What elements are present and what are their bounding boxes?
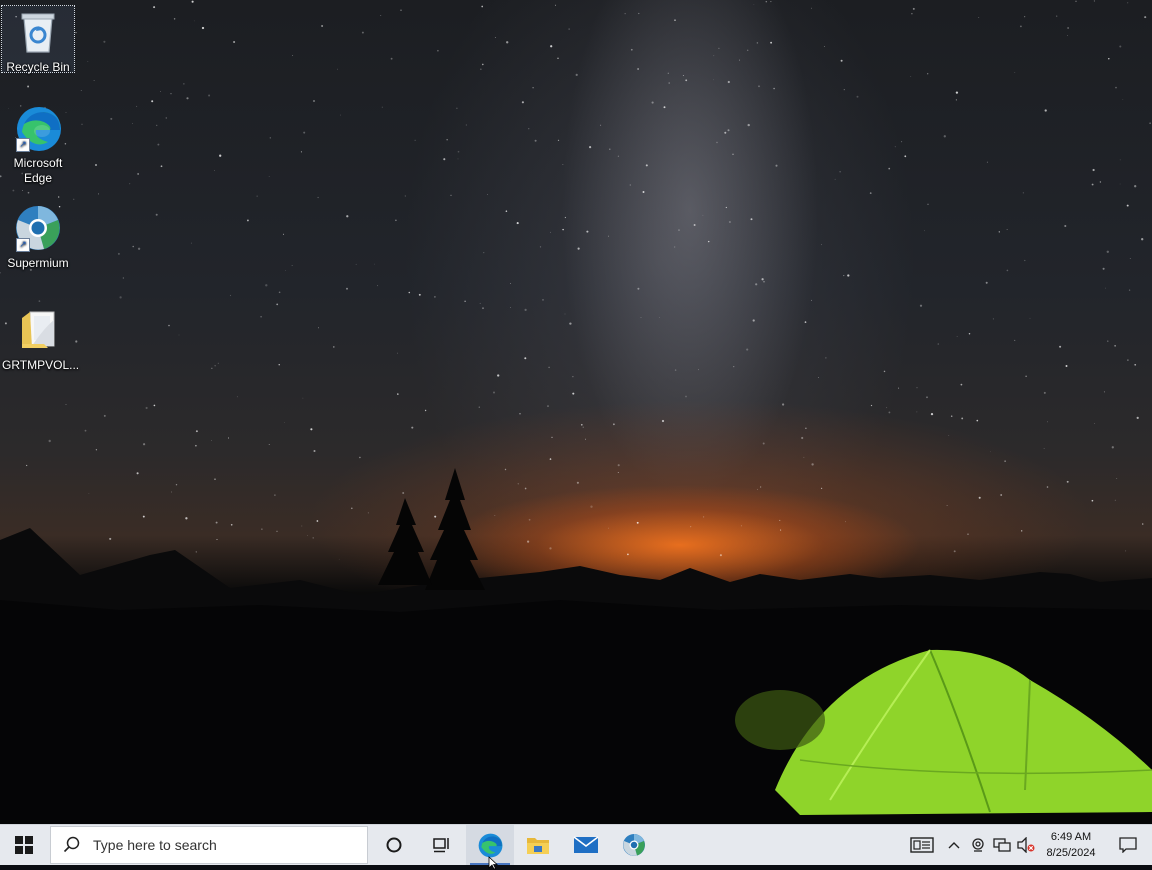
network-button[interactable]	[990, 825, 1014, 865]
news-icon	[910, 837, 934, 853]
task-view-button[interactable]	[418, 825, 466, 865]
meet-now-button[interactable]	[966, 825, 990, 865]
clock-time: 6:49 AM	[1050, 831, 1092, 843]
search-placeholder: Type here to search	[93, 837, 217, 853]
supermium-icon	[623, 834, 645, 856]
desktop-icon-label: Supermium	[7, 256, 69, 270]
desktop-icon-label: Recycle Bin	[6, 60, 70, 74]
system-tray: 6:49 AM 8/25/2024	[902, 825, 1152, 865]
search-icon	[63, 836, 80, 853]
start-button[interactable]	[0, 825, 48, 865]
taskbar: Type here to search 6:49 AM 8/25/2024	[0, 824, 1152, 865]
task-view-icon	[433, 838, 449, 853]
news-widget-button[interactable]	[902, 825, 942, 865]
edge-icon	[478, 833, 503, 858]
shortcut-arrow-icon: ↗	[16, 238, 30, 252]
taskbar-file-explorer-button[interactable]	[514, 825, 562, 865]
meet-now-icon	[972, 838, 984, 852]
show-hidden-icons-button[interactable]	[942, 825, 966, 865]
shortcut-arrow-icon: ↗	[16, 138, 30, 152]
clock-date: 8/25/2024	[1046, 847, 1096, 859]
recycle-bin-icon	[14, 8, 62, 56]
volume-muted-icon	[1017, 837, 1035, 853]
notification-icon	[1119, 837, 1137, 853]
search-input[interactable]: Type here to search	[50, 826, 368, 864]
cortana-button[interactable]	[370, 825, 418, 865]
desktop-icon-supermium[interactable]: ↗ Supermium	[2, 204, 74, 271]
edge-icon: ↗	[14, 104, 62, 152]
windows-logo-icon	[15, 836, 33, 854]
desktop-wallpaper: Recycle Bin ↗ Microsoft Edge ↗ Supermium…	[0, 0, 1152, 824]
network-icon	[993, 838, 1011, 852]
desktop-icon-grtmpvol-folder[interactable]: GRTMPVOL...	[2, 306, 80, 373]
mouse-cursor	[488, 856, 498, 870]
desktop-icon-label: Microsoft Edge	[13, 156, 63, 185]
chevron-up-icon	[948, 842, 960, 849]
taskbar-mail-button[interactable]	[562, 825, 610, 865]
action-center-button[interactable]	[1104, 825, 1152, 865]
desktop-icon-edge[interactable]: ↗ Microsoft Edge	[2, 104, 74, 186]
cortana-circle-icon	[386, 837, 402, 853]
mail-icon	[573, 836, 599, 853]
clock-button[interactable]: 6:49 AM 8/25/2024	[1038, 829, 1104, 861]
volume-button[interactable]	[1014, 825, 1038, 865]
desktop-icon-recycle-bin[interactable]: Recycle Bin	[1, 5, 75, 74]
folder-icon	[14, 306, 62, 354]
desktop-icon-label: GRTMPVOL...	[2, 358, 80, 372]
landscape-silhouette	[0, 468, 1152, 824]
file-explorer-icon	[527, 838, 549, 854]
supermium-icon: ↗	[14, 204, 62, 252]
taskbar-supermium-button[interactable]	[610, 825, 658, 865]
